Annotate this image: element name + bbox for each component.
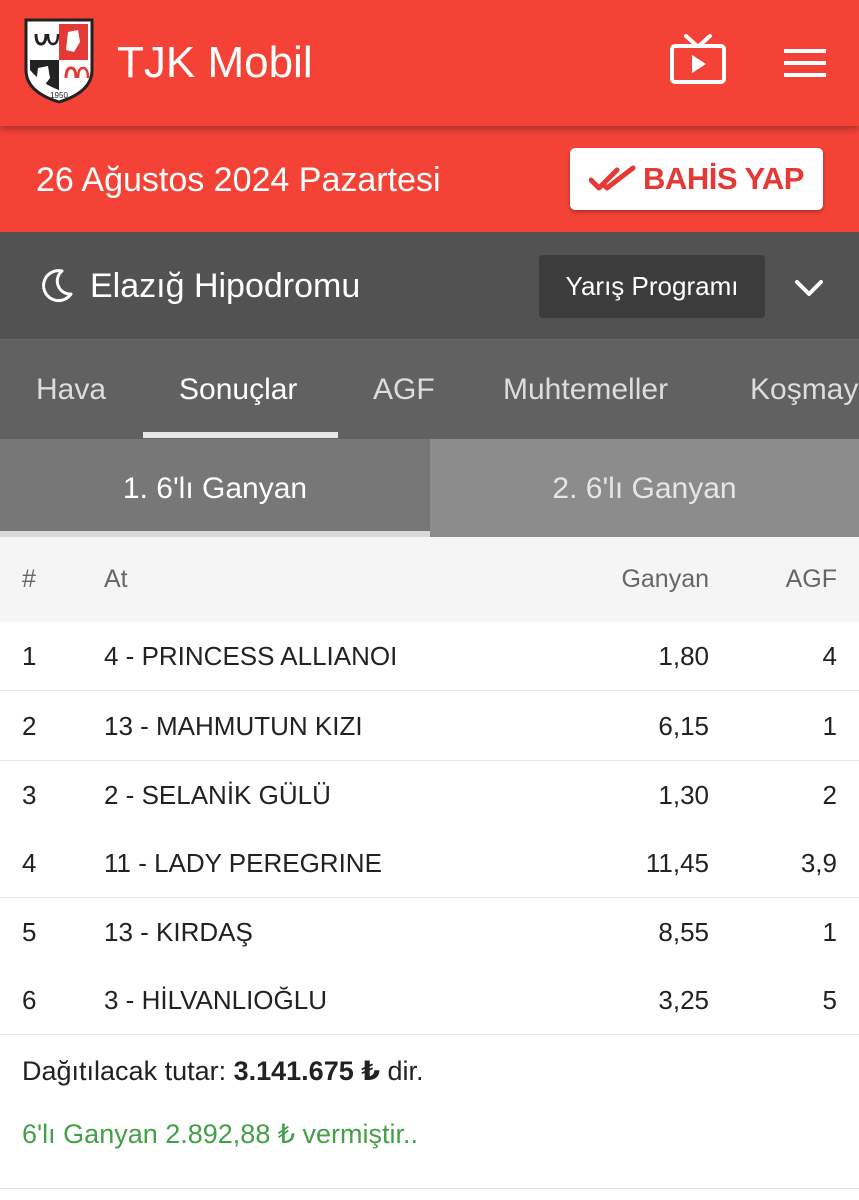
subtab-second-ganyan[interactable]: 2. 6'lı Ganyan — [430, 439, 859, 537]
ganyan-value: 6,15 — [658, 711, 709, 741]
tv-icon[interactable] — [668, 34, 728, 86]
tab-agf[interactable]: AGF — [373, 340, 435, 439]
results-table-header: # At Ganyan AGF — [0, 537, 859, 622]
table-row: 5 13 - KIRDAŞ 8,55 1 — [0, 898, 859, 967]
race-program-button[interactable]: Yarış Programı — [539, 255, 765, 318]
column-header-horse: At — [104, 565, 128, 593]
table-row: 3 2 - SELANİK GÜLÜ 1,30 2 — [0, 761, 859, 830]
payout-amount: 3.141.675 ₺ — [233, 1056, 381, 1086]
table-row: 4 11 - LADY PEREGRINE 11,45 3,9 — [0, 829, 859, 898]
race-date: 26 Ağustos 2024 Pazartesi — [36, 161, 441, 199]
ganyan-value: 11,45 — [645, 848, 709, 878]
active-tab-indicator — [143, 432, 338, 438]
tab-kosmayan[interactable]: Koşmay — [750, 340, 858, 439]
chevron-down-icon[interactable] — [793, 274, 825, 302]
ganyan-result: 6'lı Ganyan 2.892,88 ₺ vermiştir.. — [22, 1119, 419, 1149]
horse-name: 11 - LADY PEREGRINE — [104, 848, 382, 878]
tabs-bar: Hava Sonuçlar AGF Muhtemeller Koşmay — [0, 339, 859, 439]
tjk-logo-icon[interactable]: 1950 — [22, 18, 96, 104]
bet-button-label: BAHİS YAP — [643, 161, 804, 196]
ganyan-value: 8,55 — [658, 917, 709, 947]
double-check-icon — [589, 165, 636, 191]
table-row: 6 3 - HİLVANLIOĞLU 3,25 5 — [0, 966, 859, 1035]
ganyan-subtabs: 1. 6'lı Ganyan 2. 6'lı Ganyan — [0, 439, 859, 537]
app-header: 1950 TJK Mobil — [0, 0, 859, 126]
agf-value: 3,9 — [800, 848, 837, 878]
table-row: 2 13 - MAHMUTUN KIZI 6,15 1 — [0, 692, 859, 761]
ganyan-value: 1,80 — [658, 641, 709, 671]
horse-name: 13 - MAHMUTUN KIZI — [104, 711, 363, 741]
column-header-agf: AGF — [785, 565, 837, 593]
horse-name: 2 - SELANİK GÜLÜ — [104, 780, 331, 810]
agf-value: 1 — [822, 917, 837, 947]
payout-prefix: Dağıtılacak tutar: — [22, 1056, 234, 1086]
row-number: 4 — [22, 848, 37, 878]
app-title: TJK Mobil — [117, 38, 313, 87]
agf-value: 1 — [822, 711, 837, 741]
ganyan-value: 1,30 — [658, 780, 709, 810]
horse-name: 4 - PRINCESS ALLIANOI — [104, 641, 398, 671]
ganyan-value: 3,25 — [658, 985, 709, 1015]
row-number: 1 — [22, 641, 37, 671]
horse-name: 3 - HİLVANLIOĞLU — [104, 985, 327, 1015]
tab-muhtemeller[interactable]: Muhtemeller — [503, 340, 668, 439]
table-row: 1 4 - PRINCESS ALLIANOI 1,80 4 — [0, 622, 859, 691]
tab-sonuclar[interactable]: Sonuçlar — [179, 340, 297, 439]
moon-icon — [42, 269, 73, 303]
column-header-ganyan: Ganyan — [621, 565, 709, 593]
agf-value: 4 — [822, 641, 837, 671]
row-number: 6 — [22, 985, 37, 1015]
divider — [0, 1188, 859, 1189]
tab-hava[interactable]: Hava — [36, 340, 106, 439]
hippodrome-name[interactable]: Elazığ Hipodromu — [90, 266, 360, 306]
bet-button[interactable]: BAHİS YAP — [570, 148, 823, 210]
row-number: 3 — [22, 780, 37, 810]
row-number: 5 — [22, 917, 37, 947]
agf-value: 5 — [822, 985, 837, 1015]
agf-value: 2 — [822, 780, 837, 810]
date-bar: 26 Ağustos 2024 Pazartesi BAHİS YAP — [0, 126, 859, 232]
payout-info: Dağıtılacak tutar: 3.141.675 ₺ dir. — [22, 1053, 424, 1089]
column-header-no: # — [22, 565, 36, 593]
row-number: 2 — [22, 711, 37, 741]
logo-year: 1950 — [50, 91, 68, 100]
horse-name: 13 - KIRDAŞ — [104, 917, 253, 947]
hamburger-menu-icon[interactable] — [782, 46, 828, 80]
payout-suffix: dir. — [380, 1056, 424, 1086]
subtab-first-ganyan[interactable]: 1. 6'lı Ganyan — [0, 439, 430, 537]
